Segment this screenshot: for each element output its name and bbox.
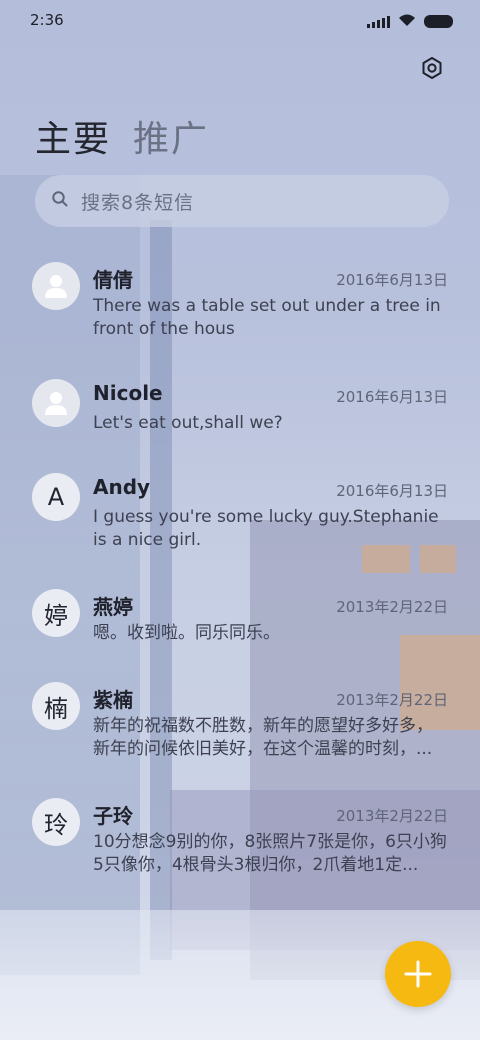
tab-promotions[interactable]: 推广 — [133, 110, 209, 162]
message-date: 2013年2月22日 — [336, 807, 448, 825]
compose-button[interactable] — [385, 941, 451, 1007]
conversation-item[interactable]: 婷 燕婷 2013年2月22日 嗯。收到啦。同乐同乐。 — [0, 577, 480, 667]
search-input[interactable]: 搜索8条短信 — [35, 175, 449, 227]
status-icons — [367, 12, 453, 31]
conversation-item[interactable]: Nicole 2016年6月13日 Let's eat out,shall we… — [0, 367, 480, 457]
message-date: 2013年2月22日 — [336, 691, 448, 709]
search-icon — [51, 190, 69, 212]
avatar — [32, 262, 80, 310]
avatar: 玲 — [32, 798, 80, 846]
status-bar: 2:36 — [0, 0, 480, 40]
message-snippet: 10分想念9别的你，8张照片7张是你，6只小狗5只像你，4根骨头3根归你，2爪着… — [93, 832, 447, 875]
conversation-item[interactable]: A Andy 2016年6月13日 I guess you're some lu… — [0, 461, 480, 571]
avatar — [32, 379, 80, 427]
plus-icon — [404, 960, 432, 988]
message-snippet: There was a table set out under a tree i… — [93, 296, 441, 339]
search-placeholder: 搜索8条短信 — [81, 191, 195, 214]
message-date: 2016年6月13日 — [336, 271, 448, 289]
signal-icon — [367, 15, 390, 28]
wifi-icon — [398, 12, 416, 31]
contact-name: 燕婷 — [93, 595, 133, 619]
tab-primary[interactable]: 主要 — [35, 110, 111, 162]
message-snippet: 新年的祝福数不胜数，新年的愿望好多好多，新年的问候依旧美好，在这个温馨的时刻，.… — [93, 716, 433, 759]
avatar: A — [32, 473, 80, 521]
avatar: 婷 — [32, 589, 80, 637]
contact-name: 紫楠 — [93, 688, 133, 712]
status-time: 2:36 — [30, 11, 64, 29]
message-snippet: I guess you're some lucky guy.Stephanie … — [93, 507, 439, 550]
person-icon — [45, 392, 67, 415]
contact-name: Andy — [93, 475, 151, 499]
conversation-item[interactable]: 楠 紫楠 2013年2月22日 新年的祝福数不胜数，新年的愿望好多好多，新年的问… — [0, 670, 480, 780]
contact-name: 子玲 — [93, 804, 133, 828]
contact-name: 倩倩 — [93, 268, 133, 292]
message-date: 2016年6月13日 — [336, 482, 448, 500]
message-date: 2013年2月22日 — [336, 598, 448, 616]
message-snippet: Let's eat out,shall we? — [93, 413, 283, 433]
message-snippet: 嗯。收到啦。同乐同乐。 — [93, 623, 280, 643]
person-icon — [45, 275, 67, 298]
conversation-item[interactable]: 玲 子玲 2013年2月22日 10分想念9别的你，8张照片7张是你，6只小狗5… — [0, 786, 480, 896]
settings-icon[interactable] — [420, 56, 444, 80]
avatar: 楠 — [32, 682, 80, 730]
message-date: 2016年6月13日 — [336, 388, 448, 406]
battery-icon — [424, 15, 453, 28]
contact-name: Nicole — [93, 381, 163, 405]
conversation-item[interactable]: 倩倩 2016年6月13日 There was a table set out … — [0, 250, 480, 360]
tab-bar: 主要 推广 — [35, 110, 209, 162]
